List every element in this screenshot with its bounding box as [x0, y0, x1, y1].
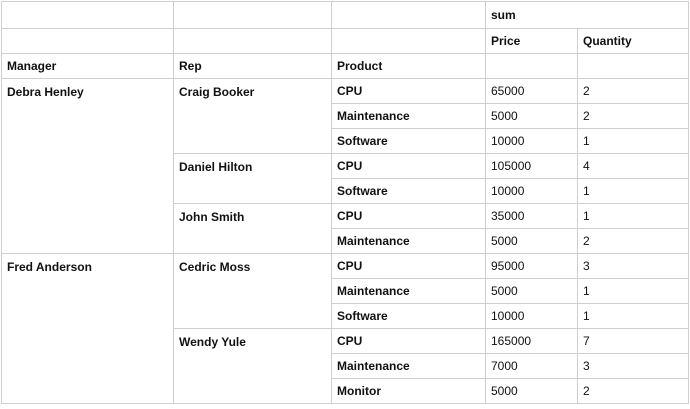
quantity-cell: 1: [577, 278, 689, 304]
price-cell: 35000: [485, 203, 578, 229]
empty-cell: [577, 53, 689, 79]
price-cell: 7000: [485, 353, 578, 379]
empty-cell: [331, 1, 486, 29]
product-cell: Maintenance: [331, 278, 486, 304]
quantity-cell: 1: [577, 303, 689, 329]
rep-cell: John Smith: [173, 203, 332, 254]
empty-cell: [1, 1, 174, 29]
product-cell: Software: [331, 178, 486, 204]
product-cell: CPU: [331, 78, 486, 104]
product-cell: Software: [331, 128, 486, 154]
empty-cell: [173, 28, 332, 54]
product-cell: Monitor: [331, 378, 486, 404]
quantity-cell: 7: [577, 328, 689, 354]
quantity-cell: 3: [577, 253, 689, 279]
price-cell: 5000: [485, 378, 578, 404]
header-row-values: Price Quantity: [1, 28, 689, 54]
manager-cell: Fred Anderson: [1, 253, 174, 404]
price-cell: 5000: [485, 278, 578, 304]
empty-cell: [173, 1, 332, 29]
price-cell: 5000: [485, 103, 578, 129]
rep-cell: Wendy Yule: [173, 328, 332, 404]
price-cell: 10000: [485, 303, 578, 329]
column-header-rep: Rep: [173, 53, 332, 79]
product-cell: CPU: [331, 153, 486, 179]
pivot-table: sum Price Quantity Manager Rep Product D…: [1, 1, 689, 404]
column-header-manager: Manager: [1, 53, 174, 79]
price-cell: 10000: [485, 128, 578, 154]
quantity-cell: 2: [577, 378, 689, 404]
quantity-cell: 1: [577, 203, 689, 229]
column-header-quantity: Quantity: [577, 28, 689, 54]
price-cell: 105000: [485, 153, 578, 179]
empty-cell: [1, 28, 174, 54]
quantity-cell: 2: [577, 228, 689, 254]
header-row-index: Manager Rep Product: [1, 53, 689, 79]
quantity-cell: 1: [577, 178, 689, 204]
empty-cell: [331, 28, 486, 54]
column-header-price: Price: [485, 28, 578, 54]
product-cell: CPU: [331, 328, 486, 354]
quantity-cell: 2: [577, 103, 689, 129]
manager-cell: Debra Henley: [1, 78, 174, 254]
quantity-cell: 1: [577, 128, 689, 154]
price-cell: 165000: [485, 328, 578, 354]
product-cell: CPU: [331, 203, 486, 229]
product-cell: Maintenance: [331, 103, 486, 129]
table-row: Fred Anderson Cedric Moss CPU 95000 3: [1, 253, 689, 404]
product-cell: Software: [331, 303, 486, 329]
price-cell: 5000: [485, 228, 578, 254]
rep-cell: Daniel Hilton: [173, 153, 332, 204]
product-cell: CPU: [331, 253, 486, 279]
quantity-cell: 2: [577, 78, 689, 104]
quantity-cell: 3: [577, 353, 689, 379]
rep-cell: Craig Booker: [173, 78, 332, 154]
product-cell: Maintenance: [331, 353, 486, 379]
price-cell: 95000: [485, 253, 578, 279]
price-cell: 65000: [485, 78, 578, 104]
value-header-sum: sum: [485, 1, 689, 29]
header-row-sum: sum: [1, 1, 689, 29]
price-cell: 10000: [485, 178, 578, 204]
quantity-cell: 4: [577, 153, 689, 179]
product-cell: Maintenance: [331, 228, 486, 254]
table-row: Debra Henley Craig Booker CPU 65000 2: [1, 78, 689, 254]
column-header-product: Product: [331, 53, 486, 79]
rep-cell: Cedric Moss: [173, 253, 332, 329]
empty-cell: [485, 53, 578, 79]
